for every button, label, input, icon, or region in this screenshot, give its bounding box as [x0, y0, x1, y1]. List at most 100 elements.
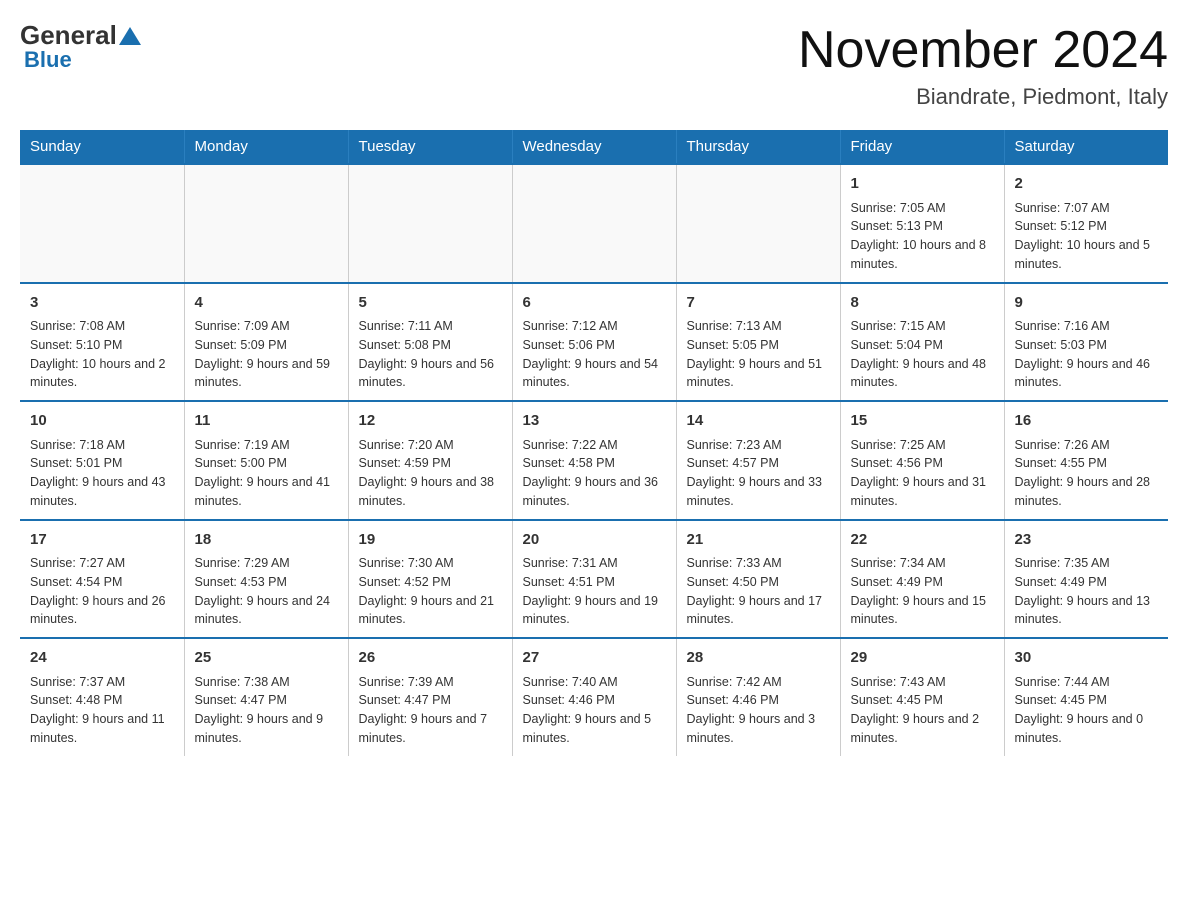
day-info: Sunrise: 7:08 AM Sunset: 5:10 PM Dayligh… [30, 317, 174, 392]
calendar-week-row: 3Sunrise: 7:08 AM Sunset: 5:10 PM Daylig… [20, 283, 1168, 402]
calendar-cell: 13 Sunrise: 7:22 AM Sunset: 4:58 PM Dayli… [512, 401, 676, 520]
title-block: November 2024 Biandrate, Piedmont, Italy [798, 20, 1168, 110]
day-info: Sunrise: 7:38 AM Sunset: 4:47 PM Dayligh… [195, 673, 338, 748]
calendar-cell: 10 Sunrise: 7:18 AM Sunset: 5:01 PM Dayli… [20, 401, 184, 520]
calendar-header-row: SundayMondayTuesdayWednesdayThursdayFrid… [20, 130, 1168, 164]
day-info: Sunrise: 7:15 AM Sunset: 5:04 PM Dayligh… [851, 317, 994, 392]
calendar-cell [512, 164, 676, 283]
day-number: 23 [1015, 529, 1159, 552]
calendar-week-row: 1 Sunrise: 7:05 AM Sunset: 5:13 PM Daylig… [20, 164, 1168, 283]
day-info: Sunrise: 7:25 AM Sunset: 4:56 PM Dayligh… [851, 436, 994, 511]
day-info: Sunrise: 7:18 AM Sunset: 5:01 PM Dayligh… [30, 436, 174, 511]
calendar-cell: 16Sunrise: 7:26 AM Sunset: 4:55 PM Dayli… [1004, 401, 1168, 520]
day-info: Sunrise: 7:12 AM Sunset: 5:06 PM Dayligh… [523, 317, 666, 392]
day-info: Sunrise: 7:40 AM Sunset: 4:46 PM Dayligh… [523, 673, 666, 748]
day-info: Sunrise: 7:22 AM Sunset: 4:58 PM Dayligh… [523, 436, 666, 511]
day-number: 13 [523, 410, 666, 433]
day-info: Sunrise: 7:20 AM Sunset: 4:59 PM Dayligh… [359, 436, 502, 511]
day-info: Sunrise: 7:23 AM Sunset: 4:57 PM Dayligh… [687, 436, 830, 511]
day-info: Sunrise: 7:07 AM Sunset: 5:12 PM Dayligh… [1015, 199, 1159, 274]
calendar-cell: 17Sunrise: 7:27 AM Sunset: 4:54 PM Dayli… [20, 520, 184, 639]
calendar-cell: 8Sunrise: 7:15 AM Sunset: 5:04 PM Daylig… [840, 283, 1004, 402]
location: Biandrate, Piedmont, Italy [798, 84, 1168, 110]
calendar-cell: 27 Sunrise: 7:40 AM Sunset: 4:46 PM Dayli… [512, 638, 676, 756]
day-number: 4 [195, 292, 338, 315]
calendar-cell: 23Sunrise: 7:35 AM Sunset: 4:49 PM Dayli… [1004, 520, 1168, 639]
day-number: 27 [523, 647, 666, 670]
calendar-cell: 28Sunrise: 7:42 AM Sunset: 4:46 PM Dayli… [676, 638, 840, 756]
day-info: Sunrise: 7:27 AM Sunset: 4:54 PM Dayligh… [30, 554, 174, 629]
day-number: 18 [195, 529, 338, 552]
month-title: November 2024 [798, 20, 1168, 80]
calendar-cell: 2 Sunrise: 7:07 AM Sunset: 5:12 PM Daylig… [1004, 164, 1168, 283]
calendar-cell: 9Sunrise: 7:16 AM Sunset: 5:03 PM Daylig… [1004, 283, 1168, 402]
day-info: Sunrise: 7:05 AM Sunset: 5:13 PM Dayligh… [851, 199, 994, 274]
day-number: 22 [851, 529, 994, 552]
calendar-cell: 30 Sunrise: 7:44 AM Sunset: 4:45 PM Dayli… [1004, 638, 1168, 756]
day-number: 2 [1015, 173, 1159, 196]
day-of-week-header: Tuesday [348, 130, 512, 164]
day-of-week-header: Saturday [1004, 130, 1168, 164]
day-number: 15 [851, 410, 994, 433]
day-info: Sunrise: 7:31 AM Sunset: 4:51 PM Dayligh… [523, 554, 666, 629]
calendar-cell: 21Sunrise: 7:33 AM Sunset: 4:50 PM Dayli… [676, 520, 840, 639]
day-info: Sunrise: 7:34 AM Sunset: 4:49 PM Dayligh… [851, 554, 994, 629]
day-of-week-header: Wednesday [512, 130, 676, 164]
day-info: Sunrise: 7:11 AM Sunset: 5:08 PM Dayligh… [359, 317, 502, 392]
day-info: Sunrise: 7:37 AM Sunset: 4:48 PM Dayligh… [30, 673, 174, 748]
day-info: Sunrise: 7:16 AM Sunset: 5:03 PM Dayligh… [1015, 317, 1159, 392]
calendar-cell: 3Sunrise: 7:08 AM Sunset: 5:10 PM Daylig… [20, 283, 184, 402]
calendar-week-row: 10 Sunrise: 7:18 AM Sunset: 5:01 PM Dayli… [20, 401, 1168, 520]
calendar-cell: 12 Sunrise: 7:20 AM Sunset: 4:59 PM Dayli… [348, 401, 512, 520]
day-number: 17 [30, 529, 174, 552]
calendar-cell: 5Sunrise: 7:11 AM Sunset: 5:08 PM Daylig… [348, 283, 512, 402]
logo-blue: Blue [24, 47, 72, 73]
logo: General Blue [20, 20, 141, 73]
calendar-cell: 26 Sunrise: 7:39 AM Sunset: 4:47 PM Dayli… [348, 638, 512, 756]
day-info: Sunrise: 7:44 AM Sunset: 4:45 PM Dayligh… [1015, 673, 1159, 748]
day-number: 5 [359, 292, 502, 315]
day-number: 11 [195, 410, 338, 433]
day-number: 6 [523, 292, 666, 315]
calendar-cell: 4Sunrise: 7:09 AM Sunset: 5:09 PM Daylig… [184, 283, 348, 402]
day-number: 12 [359, 410, 502, 433]
calendar-cell: 1 Sunrise: 7:05 AM Sunset: 5:13 PM Daylig… [840, 164, 1004, 283]
day-of-week-header: Sunday [20, 130, 184, 164]
day-info: Sunrise: 7:26 AM Sunset: 4:55 PM Dayligh… [1015, 436, 1159, 511]
day-number: 8 [851, 292, 994, 315]
day-info: Sunrise: 7:35 AM Sunset: 4:49 PM Dayligh… [1015, 554, 1159, 629]
day-number: 10 [30, 410, 174, 433]
calendar-cell: 24Sunrise: 7:37 AM Sunset: 4:48 PM Dayli… [20, 638, 184, 756]
day-number: 19 [359, 529, 502, 552]
calendar-cell: 14 Sunrise: 7:23 AM Sunset: 4:57 PM Dayli… [676, 401, 840, 520]
day-info: Sunrise: 7:09 AM Sunset: 5:09 PM Dayligh… [195, 317, 338, 392]
calendar-cell: 6Sunrise: 7:12 AM Sunset: 5:06 PM Daylig… [512, 283, 676, 402]
day-number: 7 [687, 292, 830, 315]
calendar-cell: 18Sunrise: 7:29 AM Sunset: 4:53 PM Dayli… [184, 520, 348, 639]
day-info: Sunrise: 7:30 AM Sunset: 4:52 PM Dayligh… [359, 554, 502, 629]
day-number: 20 [523, 529, 666, 552]
day-number: 3 [30, 292, 174, 315]
calendar-cell [676, 164, 840, 283]
day-number: 14 [687, 410, 830, 433]
day-of-week-header: Monday [184, 130, 348, 164]
logo-icon [119, 25, 141, 47]
calendar-cell: 15 Sunrise: 7:25 AM Sunset: 4:56 PM Dayli… [840, 401, 1004, 520]
day-number: 1 [851, 173, 994, 196]
day-number: 30 [1015, 647, 1159, 670]
calendar-week-row: 24Sunrise: 7:37 AM Sunset: 4:48 PM Dayli… [20, 638, 1168, 756]
day-number: 25 [195, 647, 338, 670]
calendar-cell: 11 Sunrise: 7:19 AM Sunset: 5:00 PM Dayli… [184, 401, 348, 520]
calendar-cell [348, 164, 512, 283]
day-info: Sunrise: 7:39 AM Sunset: 4:47 PM Dayligh… [359, 673, 502, 748]
day-info: Sunrise: 7:42 AM Sunset: 4:46 PM Dayligh… [687, 673, 830, 748]
day-info: Sunrise: 7:19 AM Sunset: 5:00 PM Dayligh… [195, 436, 338, 511]
day-number: 26 [359, 647, 502, 670]
calendar-table: SundayMondayTuesdayWednesdayThursdayFrid… [20, 130, 1168, 756]
calendar-week-row: 17Sunrise: 7:27 AM Sunset: 4:54 PM Dayli… [20, 520, 1168, 639]
calendar-cell: 19Sunrise: 7:30 AM Sunset: 4:52 PM Dayli… [348, 520, 512, 639]
calendar-cell: 29Sunrise: 7:43 AM Sunset: 4:45 PM Dayli… [840, 638, 1004, 756]
calendar-cell [20, 164, 184, 283]
day-number: 21 [687, 529, 830, 552]
calendar-cell: 22Sunrise: 7:34 AM Sunset: 4:49 PM Dayli… [840, 520, 1004, 639]
